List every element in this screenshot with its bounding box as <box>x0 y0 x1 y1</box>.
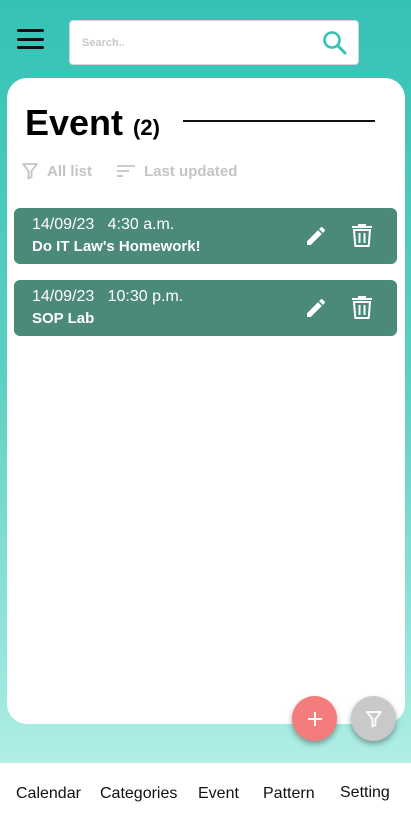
event-time: 4:30 a.m. <box>107 216 175 233</box>
event-count: (2) <box>133 115 160 140</box>
event-name: Do IT Law's Homework! <box>32 238 201 255</box>
plus-icon <box>307 711 322 726</box>
event-date: 14/09/23 <box>32 288 95 305</box>
trash-icon[interactable] <box>350 222 376 250</box>
nav-setting[interactable]: Setting <box>340 784 390 802</box>
event-time: 10:30 p.m. <box>107 288 184 305</box>
event-datetime: 14/09/23 4:30 a.m. <box>32 216 174 234</box>
filter-bar: All list Last updated <box>21 162 237 180</box>
filter-icon <box>22 163 38 180</box>
event-item[interactable]: 14/09/23 4:30 a.m. Do IT Law's Homework! <box>14 208 397 264</box>
trash-icon[interactable] <box>350 294 376 322</box>
page-title: Event <box>25 102 124 143</box>
nav-event[interactable]: Event <box>198 785 239 803</box>
all-list-label: All list <box>47 162 93 180</box>
sort-label: Last updated <box>144 162 238 180</box>
hamburger-menu-icon[interactable] <box>17 29 44 49</box>
event-date: 14/09/23 <box>32 216 95 233</box>
event-datetime: 14/09/23 10:30 p.m. <box>32 288 183 306</box>
event-panel: Event (2) All list Last updated 14/09/23… <box>7 78 405 724</box>
sort-filter[interactable]: Last updated <box>116 163 237 180</box>
search-bar <box>69 20 359 65</box>
search-icon[interactable] <box>320 28 350 58</box>
nav-pattern[interactable]: Pattern <box>263 785 315 803</box>
event-item[interactable]: 14/09/23 10:30 p.m. SOP Lab <box>14 280 397 336</box>
page-title-row: Event (2) <box>25 102 160 144</box>
sort-icon <box>117 165 136 177</box>
search-input[interactable] <box>82 36 320 49</box>
pencil-icon[interactable] <box>304 224 330 250</box>
title-divider <box>183 120 375 122</box>
add-event-button[interactable] <box>292 696 337 741</box>
filter-button[interactable] <box>351 696 396 741</box>
event-name: SOP Lab <box>32 310 95 327</box>
all-list-filter[interactable]: All list <box>21 162 92 180</box>
nav-categories[interactable]: Categories <box>100 785 177 803</box>
bottom-navigation: Calendar Categories Event Pattern Settin… <box>0 763 411 823</box>
filter-icon <box>365 710 382 727</box>
pencil-icon[interactable] <box>304 296 330 322</box>
nav-calendar[interactable]: Calendar <box>16 785 81 803</box>
